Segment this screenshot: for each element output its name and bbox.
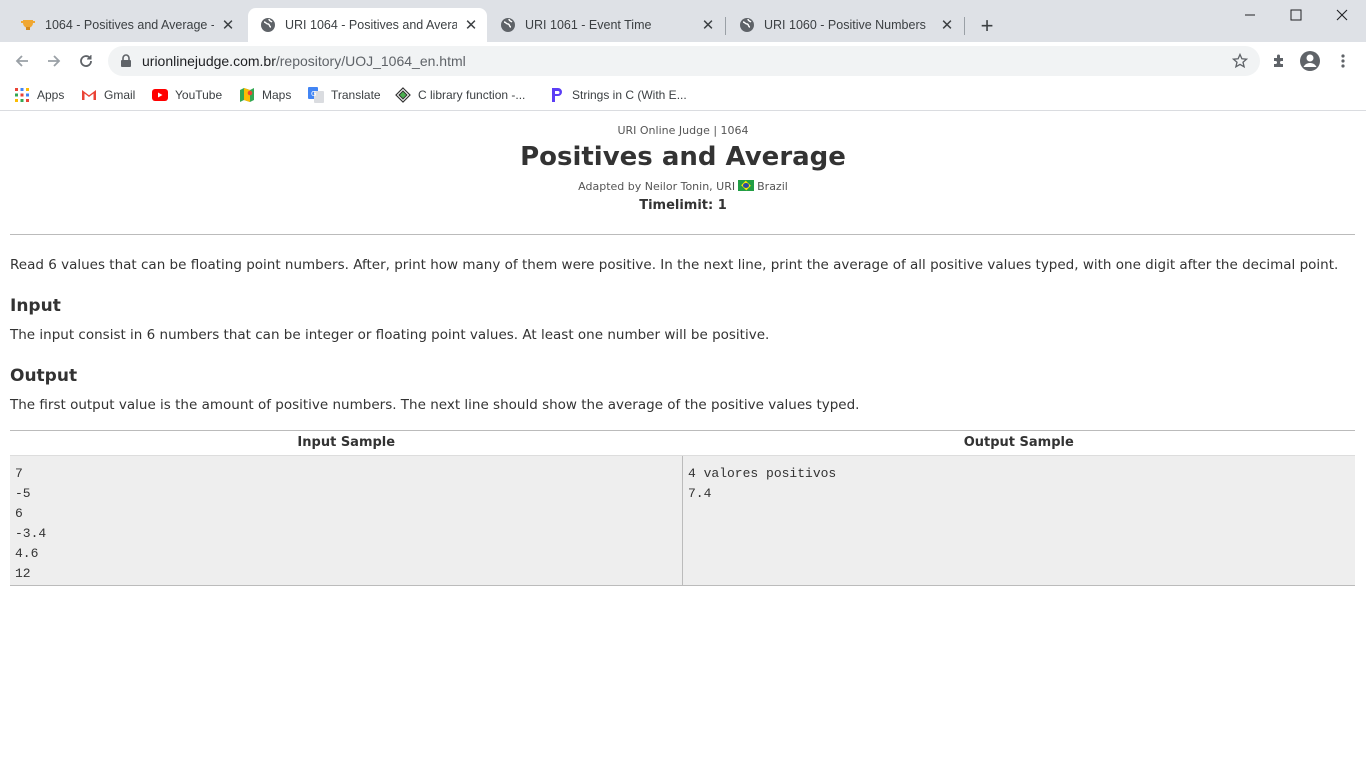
apps-grid-icon <box>14 87 30 103</box>
output-sample-line: 4 valores positivos <box>688 466 837 481</box>
tab-title: 1064 - Positives and Average - UR <box>45 18 214 32</box>
close-icon[interactable]: ✕ <box>937 15 957 35</box>
adapted-by: Adapted by Neilor Tonin, URI Brazil <box>0 180 1366 193</box>
gmail-icon <box>81 87 97 103</box>
globe-icon <box>739 17 755 33</box>
tab-strip: 1064 - Positives and Average - UR ✕ URI … <box>0 0 1366 42</box>
menu-kebab-icon[interactable] <box>1332 50 1354 72</box>
close-icon[interactable]: ✕ <box>698 15 718 35</box>
sample-table-body: 7 -5 6 -3.4 4.6 12 4 valores positivos 7… <box>10 455 1355 585</box>
adapted-text: Adapted by Neilor Tonin, URI <box>578 180 736 193</box>
bookmark-label: C library function -... <box>418 88 526 102</box>
extensions-icon[interactable] <box>1268 50 1290 72</box>
globe-icon <box>500 17 516 33</box>
bookmark-youtube[interactable]: YouTube <box>152 85 222 105</box>
bookmark-label: Apps <box>37 88 65 102</box>
url-host: urionlinejudge.com.br <box>142 53 276 69</box>
minimize-button[interactable] <box>1227 0 1273 30</box>
youtube-icon <box>152 87 168 103</box>
input-sample-line: 12 <box>15 566 31 581</box>
tab-separator <box>964 17 965 35</box>
svg-text:G: G <box>311 90 316 98</box>
input-sample-header: Input Sample <box>297 435 396 450</box>
bookmark-label: Translate <box>331 88 381 102</box>
bookmark-star-icon[interactable] <box>1231 52 1249 74</box>
profile-avatar-icon[interactable] <box>1299 50 1321 72</box>
close-icon[interactable]: ✕ <box>461 15 481 35</box>
input-sample-line: 4.6 <box>15 546 39 561</box>
output-sample-line: 7.4 <box>688 486 712 501</box>
output-heading: Output <box>10 366 78 386</box>
divider <box>10 234 1355 235</box>
sample-table-header: Input Sample Output Sample <box>10 431 1355 455</box>
tab-uri-1061[interactable]: URI 1061 - Event Time ✕ <box>488 8 724 42</box>
tab-title: URI 1064 - Positives and Average <box>285 18 457 32</box>
input-sample-line: -3.4 <box>15 526 47 541</box>
brazil-flag-icon <box>738 180 755 191</box>
translate-icon: G <box>308 87 324 103</box>
lock-icon[interactable] <box>120 54 132 73</box>
input-heading: Input <box>10 296 61 316</box>
tab-separator <box>725 17 726 35</box>
tab-uri-1060[interactable]: URI 1060 - Positive Numbers ✕ <box>727 8 963 42</box>
toolbar: urionlinejudge.com.br/repository/UOJ_106… <box>0 42 1366 80</box>
tab-uri-1064-judge[interactable]: 1064 - Positives and Average - UR ✕ <box>8 8 244 42</box>
globe-icon <box>260 17 276 33</box>
bookmark-label: Gmail <box>104 88 136 102</box>
bookmark-label: YouTube <box>175 88 223 102</box>
bookmark-maps[interactable]: Maps <box>239 85 291 105</box>
programiz-icon <box>549 87 565 103</box>
timelimit: Timelimit: 1 <box>639 198 727 213</box>
tab-title: URI 1060 - Positive Numbers <box>764 18 926 32</box>
input-sample-line: 7 <box>15 466 23 481</box>
input-sample: 7 -5 6 -3.4 4.6 12 <box>10 456 683 585</box>
tab-uri-1064[interactable]: URI 1064 - Positives and Average ✕ <box>248 8 487 42</box>
c-library-icon <box>395 87 411 103</box>
bookmarks-bar: Apps Gmail YouTube Maps G Translate C li… <box>0 80 1366 111</box>
bookmark-apps[interactable]: Apps <box>14 85 64 105</box>
reload-button[interactable] <box>73 48 99 74</box>
url-path: /repository/UOJ_1064_en.html <box>275 53 466 69</box>
input-description: The input consist in 6 numbers that can … <box>10 327 770 343</box>
bookmark-translate[interactable]: G Translate <box>308 85 381 105</box>
bookmark-label: Maps <box>262 88 292 102</box>
bookmark-label: Strings in C (With E... <box>572 88 687 102</box>
sample-table: Input Sample Output Sample 7 -5 6 -3.4 4… <box>10 430 1355 586</box>
output-sample: 4 valores positivos 7.4 <box>683 456 1355 585</box>
maps-icon <box>239 87 255 103</box>
url-text[interactable]: urionlinejudge.com.br/repository/UOJ_106… <box>142 53 466 69</box>
bookmark-gmail[interactable]: Gmail <box>81 85 135 105</box>
problem-description: Read 6 values that can be floating point… <box>10 257 1339 273</box>
uri-trophy-icon <box>20 17 36 33</box>
bookmark-strings-in-c[interactable]: Strings in C (With E... <box>549 85 687 105</box>
tab-title: URI 1061 - Event Time <box>525 18 652 32</box>
adapted-country: Brazil <box>757 180 788 193</box>
output-description: The first output value is the amount of … <box>10 397 860 413</box>
breadcrumb: URI Online Judge | 1064 <box>617 124 749 137</box>
back-button[interactable] <box>9 48 35 74</box>
input-sample-line: -5 <box>15 486 31 501</box>
maximize-button[interactable] <box>1273 0 1319 30</box>
output-sample-header: Output Sample <box>963 435 1074 450</box>
page-title: Positives and Average <box>520 142 846 172</box>
address-bar[interactable]: urionlinejudge.com.br/repository/UOJ_106… <box>108 46 1260 76</box>
forward-button[interactable] <box>41 48 67 74</box>
close-window-button[interactable] <box>1319 0 1365 30</box>
problem-page: URI Online Judge | 1064 Positives and Av… <box>0 112 1366 768</box>
close-icon[interactable]: ✕ <box>218 15 238 35</box>
new-tab-button[interactable]: + <box>975 13 999 38</box>
bookmark-c-library[interactable]: C library function -... <box>395 85 525 105</box>
input-sample-line: 6 <box>15 506 23 521</box>
